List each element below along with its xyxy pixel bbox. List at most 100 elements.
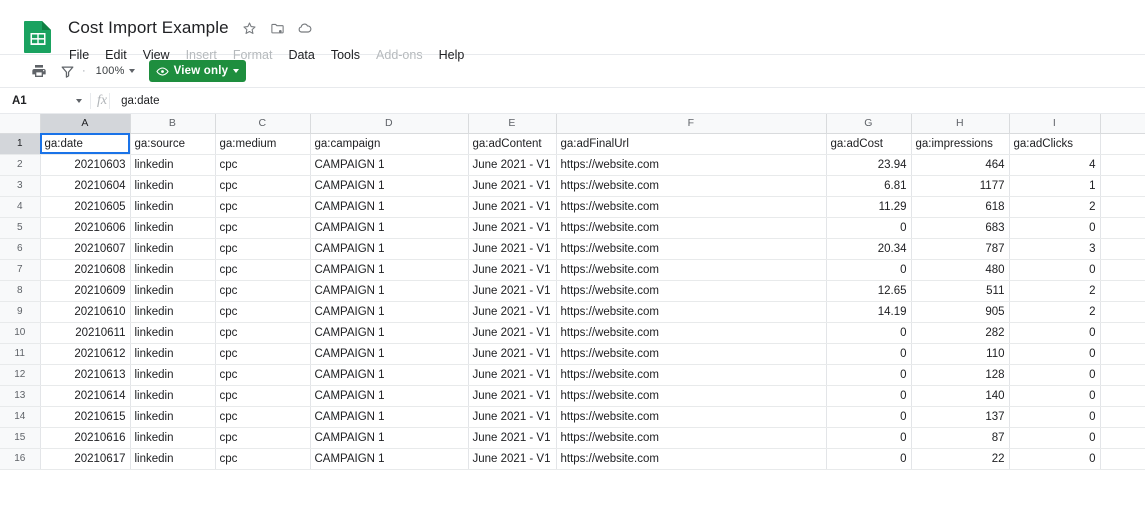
cell-g3[interactable]: 6.81 (826, 175, 911, 196)
cell-f8[interactable]: https://website.com (556, 280, 826, 301)
cell-f11[interactable]: https://website.com (556, 343, 826, 364)
cell-c6[interactable]: cpc (215, 238, 310, 259)
cell-i10[interactable]: 0 (1009, 322, 1100, 343)
cell-a11[interactable]: 20210612 (40, 343, 130, 364)
menu-item-tools[interactable]: Tools (330, 46, 361, 64)
cell-d5[interactable]: CAMPAIGN 1 (310, 217, 468, 238)
cell-a4[interactable]: 20210605 (40, 196, 130, 217)
cell-f5[interactable]: https://website.com (556, 217, 826, 238)
cell-i12[interactable]: 0 (1009, 364, 1100, 385)
cell-b9[interactable]: linkedin (130, 301, 215, 322)
cell-f14[interactable]: https://website.com (556, 406, 826, 427)
column-header-f[interactable]: F (556, 114, 826, 133)
cell-a14[interactable]: 20210615 (40, 406, 130, 427)
cell-j4[interactable] (1100, 196, 1145, 217)
cell-d9[interactable]: CAMPAIGN 1 (310, 301, 468, 322)
cell-f13[interactable]: https://website.com (556, 385, 826, 406)
cell-c15[interactable]: cpc (215, 427, 310, 448)
cell-b10[interactable]: linkedin (130, 322, 215, 343)
cell-j2[interactable] (1100, 154, 1145, 175)
row-header-11[interactable]: 11 (0, 343, 40, 364)
cell-h14[interactable]: 137 (911, 406, 1009, 427)
cell-b4[interactable]: linkedin (130, 196, 215, 217)
cell-e15[interactable]: June 2021 - V1 (468, 427, 556, 448)
view-only-button[interactable]: View only (149, 60, 247, 82)
cell-c11[interactable]: cpc (215, 343, 310, 364)
cell-e2[interactable]: June 2021 - V1 (468, 154, 556, 175)
menu-item-edit[interactable]: Edit (104, 46, 128, 64)
cell-c8[interactable]: cpc (215, 280, 310, 301)
google-sheets-icon[interactable] (20, 19, 56, 55)
row-header-9[interactable]: 9 (0, 301, 40, 322)
cell-f4[interactable]: https://website.com (556, 196, 826, 217)
page-title[interactable]: Cost Import Example (68, 18, 229, 38)
column-header-c[interactable]: C (215, 114, 310, 133)
cell-b14[interactable]: linkedin (130, 406, 215, 427)
cell-g8[interactable]: 12.65 (826, 280, 911, 301)
cell-g14[interactable]: 0 (826, 406, 911, 427)
cell-c14[interactable]: cpc (215, 406, 310, 427)
cell-i9[interactable]: 2 (1009, 301, 1100, 322)
cell-a12[interactable]: 20210613 (40, 364, 130, 385)
cell-b16[interactable]: linkedin (130, 448, 215, 469)
cell-f3[interactable]: https://website.com (556, 175, 826, 196)
cloud-status-icon[interactable] (297, 20, 314, 37)
cell-a7[interactable]: 20210608 (40, 259, 130, 280)
cell-c12[interactable]: cpc (215, 364, 310, 385)
cell-b12[interactable]: linkedin (130, 364, 215, 385)
fx-button[interactable]: fx (90, 93, 107, 109)
cell-e12[interactable]: June 2021 - V1 (468, 364, 556, 385)
cell-e5[interactable]: June 2021 - V1 (468, 217, 556, 238)
cell-h16[interactable]: 22 (911, 448, 1009, 469)
cell-h2[interactable]: 464 (911, 154, 1009, 175)
cell-i8[interactable]: 2 (1009, 280, 1100, 301)
cell-g12[interactable]: 0 (826, 364, 911, 385)
cell-c3[interactable]: cpc (215, 175, 310, 196)
cell-c13[interactable]: cpc (215, 385, 310, 406)
cell-h10[interactable]: 282 (911, 322, 1009, 343)
cell-e9[interactable]: June 2021 - V1 (468, 301, 556, 322)
cell-j15[interactable] (1100, 427, 1145, 448)
cell-i16[interactable]: 0 (1009, 448, 1100, 469)
row-header-14[interactable]: 14 (0, 406, 40, 427)
cell-j13[interactable] (1100, 385, 1145, 406)
cell-i4[interactable]: 2 (1009, 196, 1100, 217)
cell-e13[interactable]: June 2021 - V1 (468, 385, 556, 406)
cell-a9[interactable]: 20210610 (40, 301, 130, 322)
cell-g9[interactable]: 14.19 (826, 301, 911, 322)
cell-h3[interactable]: 1177 (911, 175, 1009, 196)
cell-a13[interactable]: 20210614 (40, 385, 130, 406)
cell-d3[interactable]: CAMPAIGN 1 (310, 175, 468, 196)
cell-g5[interactable]: 0 (826, 217, 911, 238)
cell-g16[interactable]: 0 (826, 448, 911, 469)
print-icon[interactable] (28, 60, 50, 82)
cell-f1[interactable]: ga:adFinalUrl (556, 133, 826, 154)
cell-g11[interactable]: 0 (826, 343, 911, 364)
cell-h13[interactable]: 140 (911, 385, 1009, 406)
filter-icon[interactable] (56, 60, 78, 82)
cell-a10[interactable]: 20210611 (40, 322, 130, 343)
zoom-control[interactable]: 100% (96, 65, 135, 77)
cell-j1[interactable] (1100, 133, 1145, 154)
cell-d15[interactable]: CAMPAIGN 1 (310, 427, 468, 448)
cell-i1[interactable]: ga:adClicks (1009, 133, 1100, 154)
cell-h12[interactable]: 128 (911, 364, 1009, 385)
cell-j16[interactable] (1100, 448, 1145, 469)
cell-i5[interactable]: 0 (1009, 217, 1100, 238)
cell-i13[interactable]: 0 (1009, 385, 1100, 406)
cell-f16[interactable]: https://website.com (556, 448, 826, 469)
column-header-j[interactable] (1100, 114, 1145, 133)
cell-b7[interactable]: linkedin (130, 259, 215, 280)
cell-a16[interactable]: 20210617 (40, 448, 130, 469)
cell-e3[interactable]: June 2021 - V1 (468, 175, 556, 196)
cell-a2[interactable]: 20210603 (40, 154, 130, 175)
cell-a15[interactable]: 20210616 (40, 427, 130, 448)
cell-h5[interactable]: 683 (911, 217, 1009, 238)
cell-j5[interactable] (1100, 217, 1145, 238)
cell-g6[interactable]: 20.34 (826, 238, 911, 259)
cell-d10[interactable]: CAMPAIGN 1 (310, 322, 468, 343)
cell-d13[interactable]: CAMPAIGN 1 (310, 385, 468, 406)
cell-c2[interactable]: cpc (215, 154, 310, 175)
cell-g1[interactable]: ga:adCost (826, 133, 911, 154)
cell-d14[interactable]: CAMPAIGN 1 (310, 406, 468, 427)
